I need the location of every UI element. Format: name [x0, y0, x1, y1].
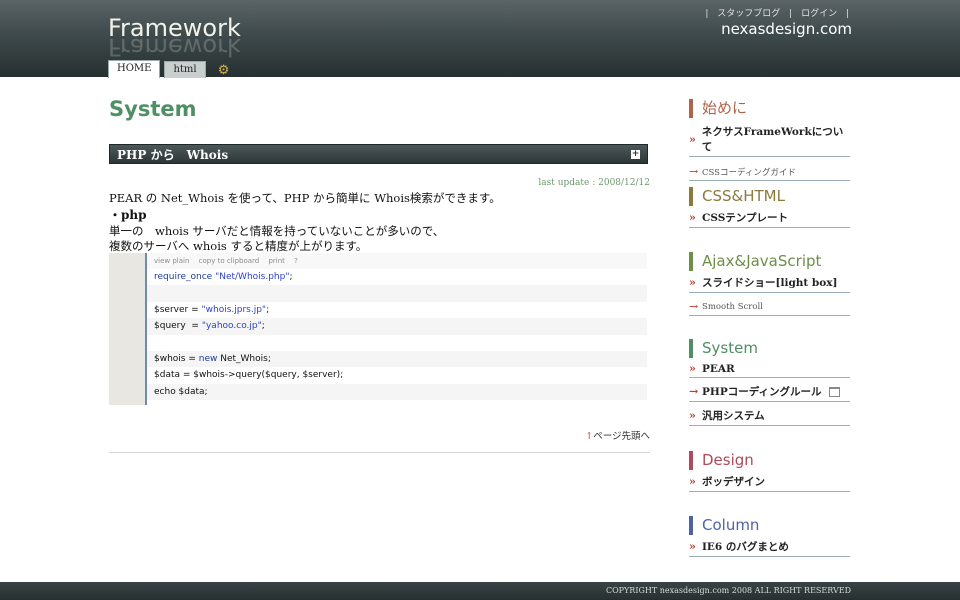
double-arrow-icon: » — [689, 409, 696, 422]
top-links: | スタッフブログ | ログイン | — [705, 9, 849, 19]
sidebar-item[interactable]: » IE6 のバグまとめ — [689, 537, 850, 557]
code-block: view plain copy to clipboard print ? req… — [109, 253, 647, 405]
sidebar-heading: System — [689, 339, 850, 358]
page-top-link[interactable]: ↑ページ先頭へ — [585, 428, 650, 442]
logo[interactable]: Framework — [108, 14, 241, 42]
description-line: 複数のサーバへ whois すると精度が上がります。 — [109, 239, 368, 253]
code-line: $data = $whois->query($query, $server); — [154, 370, 344, 381]
intro-text: PEAR の Net_Whois を使って、PHP から簡単に Whois検索が… — [109, 191, 501, 205]
last-update: last update : 2008/12/12 — [538, 178, 650, 188]
sidebar-heading: Design — [689, 451, 850, 470]
sidebar-section: Ajax&JavaScript » スライドショー[light box] → Smo… — [689, 252, 850, 316]
double-arrow-icon: » — [689, 276, 696, 289]
sidebar-section: 始めに » ネクサスFrameWorkについて → CSSコーディングガイド — [689, 99, 850, 181]
double-arrow-icon: » — [689, 132, 696, 146]
code-line: $query = "yahoo.co.jp"; — [147, 318, 647, 335]
double-arrow-icon: » — [689, 211, 696, 224]
double-arrow-icon: » — [689, 540, 696, 553]
expand-icon[interactable]: + — [631, 150, 640, 159]
section-title: PHP から Whois — [117, 148, 229, 162]
code-line: $whois = new Net_Whois; — [147, 350, 647, 368]
sidebar-item[interactable]: → Smooth Scroll — [689, 298, 850, 316]
sidebar-item[interactable]: » ネクサスFrameWorkについて — [689, 122, 850, 157]
double-arrow-icon: » — [689, 475, 696, 488]
staff-blog-link[interactable]: スタッフブログ — [717, 9, 780, 19]
help-link[interactable]: ? — [294, 257, 298, 265]
sidebar-item[interactable]: → PHPコーディングルール — [689, 382, 850, 402]
divider — [109, 452, 650, 453]
up-arrow-icon: ↑ — [585, 431, 594, 442]
double-arrow-icon: » — [689, 362, 696, 375]
copy-clipboard-link[interactable]: copy to clipboard — [199, 257, 260, 265]
print-link[interactable]: print — [268, 257, 284, 265]
tab-home[interactable]: HOME — [108, 60, 161, 78]
section-header: PHP から Whois + — [109, 144, 648, 164]
description-line: 単一の whois サーバだと情報を持っていないことが多いので、 — [109, 224, 445, 238]
sidebar-section: Column » IE6 のバグまとめ — [689, 516, 850, 557]
description: 単一の whois サーバだと情報を持っていないことが多いので、 複数のサーバへ… — [109, 224, 444, 254]
arrow-icon: → — [689, 385, 699, 398]
sidebar-section: CSS&HTML » CSSテンプレート — [689, 187, 850, 228]
page-title: System — [109, 97, 197, 121]
sidebar-heading: Ajax&JavaScript — [689, 252, 850, 271]
arrow-icon: → — [689, 300, 699, 313]
code-line: echo $data; — [147, 383, 647, 401]
footer: COPYRIGHT nexasdesign.com 2008 ALL RIGHT… — [0, 582, 960, 600]
code-toolbar: view plain copy to clipboard print ? — [147, 253, 647, 269]
php-heading: ・php — [109, 208, 147, 222]
gear-icon[interactable]: ⚙ — [214, 63, 234, 78]
view-plain-link[interactable]: view plain — [154, 257, 189, 265]
code-line: $server = "whois.jprs.jp"; — [154, 304, 270, 315]
code-line: require_once "Net/Whois.php"; — [154, 272, 293, 282]
copyright: COPYRIGHT nexasdesign.com 2008 ALL RIGHT… — [605, 586, 851, 595]
sidebar-section: System » PEAR → PHPコーディングルール » 汎用システム — [689, 339, 850, 426]
sidebar-section: Design » ボッデザイン — [689, 451, 850, 492]
nav-tabs: HOME html ⚙ — [108, 60, 234, 78]
header: Framework Framework | スタッフブログ | ログイン | n… — [0, 0, 960, 78]
sidebar-item[interactable]: » 汎用システム — [689, 406, 850, 426]
code-line — [147, 285, 647, 302]
sidebar-heading: Column — [689, 516, 850, 535]
code-area: view plain copy to clipboard print ? req… — [145, 253, 647, 405]
sidebar-item[interactable]: → CSSコーディングガイド — [689, 163, 850, 181]
sidebar-heading: 始めに — [689, 99, 850, 118]
sidebar-item[interactable]: » PEAR — [689, 360, 850, 378]
tab-html[interactable]: html — [164, 61, 206, 78]
site-name[interactable]: nexasdesign.com — [721, 20, 852, 38]
sidebar-heading: CSS&HTML — [689, 187, 850, 206]
sidebar-item[interactable]: » CSSテンプレート — [689, 208, 850, 228]
sidebar-item[interactable]: » スライドショー[light box] — [689, 273, 850, 293]
arrow-icon: → — [689, 165, 699, 178]
window-icon — [829, 386, 841, 397]
sidebar-item[interactable]: » ボッデザイン — [689, 472, 850, 492]
login-link[interactable]: ログイン — [801, 9, 837, 19]
